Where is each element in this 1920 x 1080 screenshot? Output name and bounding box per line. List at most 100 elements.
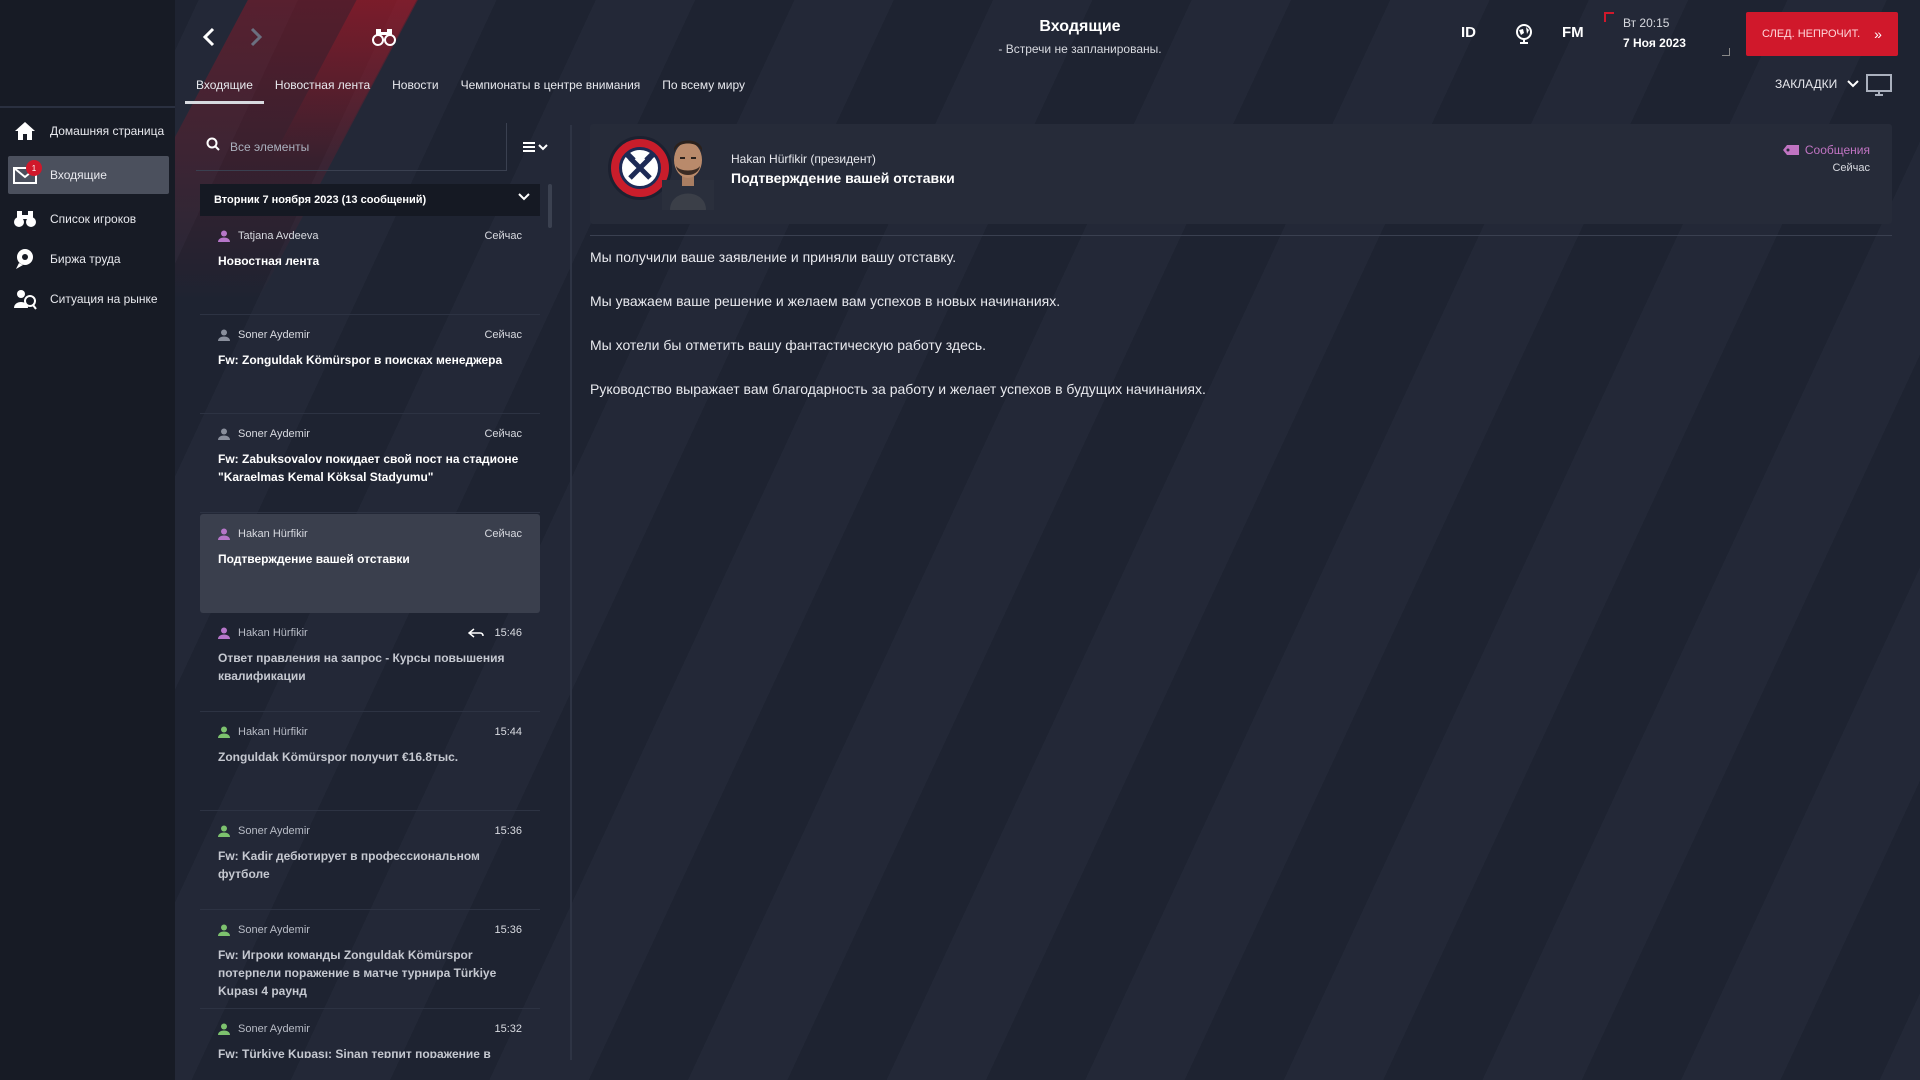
message-subject: Подтверждение вашей отставки xyxy=(218,552,410,566)
fm-button[interactable]: FM xyxy=(1562,24,1584,41)
sidebar-item-market[interactable]: Ситуация на рынке xyxy=(8,280,169,318)
message-time: Сейчас xyxy=(484,329,522,341)
search-bar xyxy=(196,123,506,171)
message-time: Сейчас xyxy=(484,230,522,242)
message-sender: Soner Aydemir xyxy=(238,1023,310,1035)
next-unread-button[interactable]: СЛЕД. НЕПРОЧИТ. » xyxy=(1746,12,1898,56)
message-sender: Tatjana Avdeeva xyxy=(238,230,319,242)
message-time: 15:36 xyxy=(494,825,522,837)
message-time: Сейчас xyxy=(484,428,522,440)
message-subject: Fw: Kadir дебютирует в профессиональном … xyxy=(218,849,480,881)
list-item[interactable]: Soner Aydemir 15:32 Fw: Türkiye Kupası: … xyxy=(200,1009,540,1058)
person-icon xyxy=(218,428,230,440)
message-subject: Новостная лента xyxy=(218,254,320,268)
person-icon xyxy=(218,924,230,936)
message-detail-header: Hakan Hürfikir (президент) Подтверждение… xyxy=(590,124,1892,224)
person-icon xyxy=(218,329,230,341)
bookmarks-label: ЗАКЛАДКИ xyxy=(1775,77,1838,91)
sidebar-item-players[interactable]: Список игроков xyxy=(8,200,169,238)
tab-featured-competitions[interactable]: Чемпионаты в центре внимания xyxy=(450,78,652,104)
message-paragraph: Руководство выражает вам благодарность з… xyxy=(590,381,1206,397)
search-icon xyxy=(206,137,220,156)
monitor-icon[interactable] xyxy=(1866,74,1892,101)
sidebar-item-inbox[interactable]: 1 Входящие xyxy=(8,156,169,194)
message-body: Мы получили ваше заявление и приняли ваш… xyxy=(590,248,1892,424)
chevron-left-icon xyxy=(202,27,215,47)
message-subject: Fw: Türkiye Kupası: Sinan терпит поражен… xyxy=(218,1047,491,1058)
list-item[interactable]: Soner Aydemir Сейчас Fw: Zabuksovalov по… xyxy=(200,414,540,513)
list-scrollbar[interactable] xyxy=(548,184,552,228)
panel-divider[interactable] xyxy=(570,125,572,1060)
market-icon xyxy=(12,286,38,312)
message-sender: Hakan Hürfikir xyxy=(238,726,308,738)
message-sender: Soner Aydemir xyxy=(238,825,310,837)
detail-sender: Hakan Hürfikir (президент) xyxy=(731,152,876,166)
detail-separator xyxy=(590,235,1892,236)
message-category-tag[interactable]: Сообщения xyxy=(1782,143,1870,157)
list-item[interactable]: Soner Aydemir 15:36 Fw: Kadir дебютирует… xyxy=(200,811,540,910)
message-sender: Soner Aydemir xyxy=(238,329,310,341)
binoculars-icon xyxy=(12,206,38,232)
message-subject: Zonguldak Kömürspor получит €16.8тыс. xyxy=(218,750,459,764)
list-item[interactable]: Tatjana Avdeeva Сейчас Новостная лента xyxy=(200,216,540,315)
message-subject: Fw: Zonguldak Kömürspor в поисках менедж… xyxy=(218,353,503,367)
message-time: Сейчас xyxy=(484,528,522,540)
date-group-header[interactable]: Вторник 7 ноября 2023 (13 сообщений) xyxy=(200,184,540,216)
person-icon xyxy=(218,528,230,540)
filter-menu-button[interactable] xyxy=(506,123,564,171)
message-subject: Fw: Игроки команды Zonguldak Kömürspor п… xyxy=(218,948,497,998)
person-icon xyxy=(218,726,230,738)
list-item[interactable]: Hakan Hürfikir 15:44 Zonguldak Kömürspor… xyxy=(200,712,540,811)
reply-icon xyxy=(468,628,485,638)
detail-subject: Подтверждение вашей отставки xyxy=(731,170,955,186)
person-icon xyxy=(218,627,230,639)
sidebar-separator xyxy=(0,106,175,108)
tab-newsfeed[interactable]: Новостная лента xyxy=(264,78,381,104)
person-icon xyxy=(218,230,230,242)
world-icon[interactable] xyxy=(1514,24,1534,48)
sidebar-item-label: Домашняя страница xyxy=(50,124,165,138)
message-list-panel: Вторник 7 ноября 2023 (13 сообщений) Tat… xyxy=(196,123,574,1058)
tab-inbox[interactable]: Входящие xyxy=(185,78,264,104)
sidebar-item-label: Ситуация на рынке xyxy=(50,292,158,306)
message-sender: Soner Aydemir xyxy=(238,924,310,936)
search-input[interactable] xyxy=(230,139,480,154)
list-item[interactable]: Soner Aydemir Сейчас Fw: Zonguldak Kömür… xyxy=(200,315,540,414)
back-button[interactable] xyxy=(195,22,223,52)
id-button[interactable]: ID xyxy=(1461,24,1476,41)
unread-badge: 1 xyxy=(26,160,42,176)
person-icon xyxy=(218,1023,230,1035)
message-category-label: Сообщения xyxy=(1804,143,1870,157)
sidebar-item-home[interactable]: Домашняя страница xyxy=(8,112,169,150)
message-subject: Ответ правления на запрос - Курсы повыше… xyxy=(218,651,505,683)
chevron-right-icon xyxy=(250,27,263,47)
message-sender: Soner Aydemir xyxy=(238,428,310,440)
message-time: 15:46 xyxy=(494,627,522,639)
search-binoculars-button[interactable] xyxy=(370,22,398,52)
menu-icon xyxy=(522,142,548,152)
tab-bar: Входящие Новостная лента Новости Чемпион… xyxy=(185,78,756,104)
detail-time: Сейчас xyxy=(1832,162,1870,174)
date-corner-resize xyxy=(1722,48,1730,56)
date-group-label: Вторник 7 ноября 2023 (13 сообщений) xyxy=(214,194,427,206)
message-paragraph: Мы уважаем ваше решение и желаем вам усп… xyxy=(590,293,1061,309)
forward-button[interactable] xyxy=(242,22,270,52)
message-time: 15:32 xyxy=(494,1023,522,1035)
message-time: 15:44 xyxy=(494,726,522,738)
list-item[interactable]: Hakan Hürfikir 15:46 Ответ правления на … xyxy=(200,613,540,712)
chevron-down-icon xyxy=(1847,80,1859,88)
message-paragraph: Мы получили ваше заявление и приняли ваш… xyxy=(590,249,957,265)
double-chevron-right-icon: » xyxy=(1874,26,1882,42)
sender-portrait xyxy=(662,132,714,210)
tab-news[interactable]: Новости xyxy=(381,78,449,104)
tab-around-world[interactable]: По всему миру xyxy=(651,78,756,104)
list-item[interactable]: Soner Aydemir 15:36 Fw: Игроки команды Z… xyxy=(200,910,540,1009)
tag-icon xyxy=(1782,145,1799,155)
message-sender: Hakan Hürfikir xyxy=(238,627,308,639)
person-icon xyxy=(218,825,230,837)
date-display: Вт 20:15 7 Ноя 2023 xyxy=(1623,16,1686,50)
bookmarks-dropdown[interactable]: ЗАКЛАДКИ xyxy=(1775,77,1859,91)
list-item-selected[interactable]: Hakan Hürfikir Сейчас Подтверждение ваше… xyxy=(200,514,540,613)
sidebar-item-jobs[interactable]: Биржа труда xyxy=(8,240,169,278)
message-subject: Fw: Zabuksovalov покидает свой пост на с… xyxy=(218,452,519,484)
